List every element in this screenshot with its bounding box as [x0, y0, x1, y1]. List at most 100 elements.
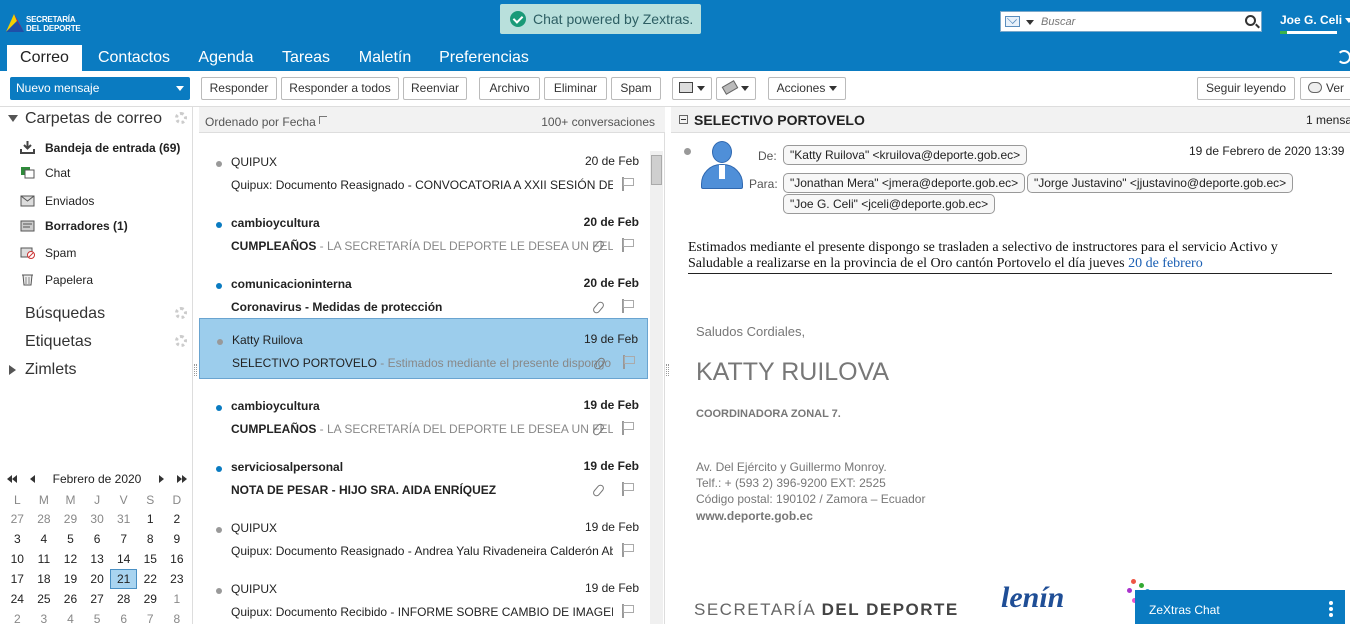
- calendar-day[interactable]: 19: [57, 569, 84, 589]
- calendar-day[interactable]: 3: [31, 609, 58, 624]
- calendar-day[interactable]: 12: [57, 549, 84, 569]
- envelope-icon[interactable]: [1005, 16, 1020, 27]
- sidebar-item-trash[interactable]: Papelera: [20, 268, 190, 292]
- pane-resize-handle[interactable]: [666, 364, 669, 376]
- read-status-dot[interactable]: [216, 283, 222, 289]
- calendar-day[interactable]: 4: [57, 609, 84, 624]
- calendar-day[interactable]: 7: [137, 609, 164, 624]
- new-message-button[interactable]: Nuevo mensaje: [10, 77, 190, 100]
- next-month-icon[interactable]: [159, 475, 164, 483]
- user-menu-chevron-icon[interactable]: [1345, 18, 1350, 23]
- read-status-dot[interactable]: [216, 405, 222, 411]
- reply-all-button[interactable]: Responder a todos: [281, 77, 399, 100]
- flag-icon[interactable]: [623, 355, 635, 369]
- zimlets-title[interactable]: Zimlets: [25, 361, 77, 379]
- calendar-day[interactable]: 29: [137, 589, 164, 609]
- read-status-dot[interactable]: [216, 466, 222, 472]
- tab-correo[interactable]: Correo: [7, 45, 82, 71]
- sidebar-item-drafts[interactable]: Borradores (1): [20, 214, 190, 238]
- search-input[interactable]: [1041, 13, 1236, 30]
- app-logo[interactable]: SECRETARÍA DEL DEPORTE: [0, 4, 82, 38]
- calendar-day[interactable]: 3: [4, 529, 31, 549]
- flag-icon[interactable]: [622, 604, 634, 618]
- message-row[interactable]: comunicacioninterna 20 de Feb Coronavirus …: [199, 263, 648, 324]
- message-row[interactable]: QUIPUX 19 de Feb Quipux: Documento Recibid…: [199, 568, 648, 624]
- calendar-day[interactable]: 1: [137, 509, 164, 529]
- calendar-day[interactable]: 2: [164, 509, 191, 529]
- tab-contactos[interactable]: Contactos: [91, 45, 177, 71]
- sidebar-item-sent[interactable]: Enviados: [20, 189, 190, 213]
- collapse-triangle-icon[interactable]: [8, 115, 18, 122]
- calendar-day[interactable]: 31: [110, 509, 137, 529]
- spam-button[interactable]: Spam: [611, 77, 661, 100]
- calendar-day[interactable]: 6: [84, 529, 111, 549]
- sidebar-item-chat[interactable]: Chat: [20, 161, 190, 185]
- message-row[interactable]: cambioycultura 20 de Feb CUMPLEAÑOS - LA S…: [199, 202, 648, 263]
- gear-icon[interactable]: [175, 307, 187, 319]
- calendar-day[interactable]: 11: [31, 549, 58, 569]
- calendar-day[interactable]: 8: [137, 529, 164, 549]
- flag-icon[interactable]: [622, 238, 634, 252]
- calendar-day[interactable]: 21: [110, 569, 137, 589]
- calendar-day[interactable]: 25: [31, 589, 58, 609]
- calendar-day[interactable]: 2: [4, 609, 31, 624]
- to-address[interactable]: "Jorge Justavino" <jjustavino@deporte.go…: [1027, 173, 1294, 193]
- mail-folders-title[interactable]: Carpetas de correo: [25, 110, 162, 128]
- searches-title[interactable]: Búsquedas: [25, 305, 105, 323]
- calendar-day[interactable]: 8: [164, 609, 191, 624]
- to-address[interactable]: "Jonathan Mera" <jmera@deporte.gob.ec>: [783, 173, 1026, 193]
- sidebar-item-spam[interactable]: Spam: [20, 241, 190, 265]
- calendar-day[interactable]: 29: [57, 509, 84, 529]
- calendar-day[interactable]: 16: [164, 549, 191, 569]
- expand-triangle-icon[interactable]: [9, 365, 16, 375]
- tab-agenda[interactable]: Agenda: [191, 45, 261, 71]
- calendar-day[interactable]: 18: [31, 569, 58, 589]
- actions-button[interactable]: Acciones: [768, 77, 846, 100]
- forward-button[interactable]: Reenviar: [403, 77, 467, 100]
- print-button[interactable]: [672, 77, 712, 100]
- archive-button[interactable]: Archivo: [479, 77, 540, 100]
- calendar-day[interactable]: 28: [31, 509, 58, 529]
- message-row[interactable]: cambioycultura 19 de Feb CUMPLEAÑOS - LA S…: [199, 385, 648, 446]
- calendar-day[interactable]: 26: [57, 589, 84, 609]
- tag-button[interactable]: [716, 77, 756, 100]
- calendar-day[interactable]: 22: [137, 569, 164, 589]
- pane-resize-handle[interactable]: [194, 364, 197, 376]
- flag-icon[interactable]: [622, 177, 634, 191]
- previous-month-icon[interactable]: [30, 475, 35, 483]
- calendar-day[interactable]: 24: [4, 589, 31, 609]
- more-vertical-icon[interactable]: [1329, 601, 1333, 617]
- calendar-day[interactable]: 1: [164, 589, 191, 609]
- calendar-day[interactable]: 27: [84, 589, 111, 609]
- flag-icon[interactable]: [622, 482, 634, 496]
- message-row[interactable]: QUIPUX 20 de Feb Quipux: Documento Reasign…: [199, 141, 648, 202]
- calendar-day[interactable]: 14: [110, 549, 137, 569]
- sort-arrow-icon[interactable]: [319, 116, 327, 124]
- chevron-down-icon[interactable]: [176, 86, 184, 91]
- read-status-dot[interactable]: [216, 588, 222, 594]
- calendar-day[interactable]: 23: [164, 569, 191, 589]
- keep-reading-button[interactable]: Seguir leyendo: [1197, 77, 1295, 100]
- sidebar-item-inbox[interactable]: Bandeja de entrada (69): [20, 136, 190, 160]
- calendar-day[interactable]: 13: [84, 549, 111, 569]
- search-type-dropdown-icon[interactable]: [1026, 20, 1034, 25]
- calendar-day[interactable]: 9: [164, 529, 191, 549]
- flag-icon[interactable]: [622, 543, 634, 557]
- calendar-day[interactable]: 6: [110, 609, 137, 624]
- signature-website[interactable]: www.deporte.gob.ec: [696, 509, 813, 523]
- calendar-day[interactable]: 5: [84, 609, 111, 624]
- read-status-dot[interactable]: [684, 148, 691, 155]
- gear-icon[interactable]: [175, 112, 187, 124]
- read-status-dot[interactable]: [216, 527, 222, 533]
- refresh-icon[interactable]: [1337, 50, 1350, 64]
- calendar-day[interactable]: 20: [84, 569, 111, 589]
- calendar-day[interactable]: 10: [4, 549, 31, 569]
- sort-label[interactable]: Ordenado por Fecha: [205, 115, 316, 129]
- read-status-dot[interactable]: [216, 222, 222, 228]
- date-link[interactable]: 20 de febrero: [1128, 256, 1203, 271]
- calendar-day[interactable]: 15: [137, 549, 164, 569]
- user-name[interactable]: Joe G. Celi: [1280, 13, 1342, 27]
- gear-icon[interactable]: [175, 335, 187, 347]
- search-icon[interactable]: [1245, 15, 1256, 26]
- scrollbar[interactable]: [650, 151, 663, 624]
